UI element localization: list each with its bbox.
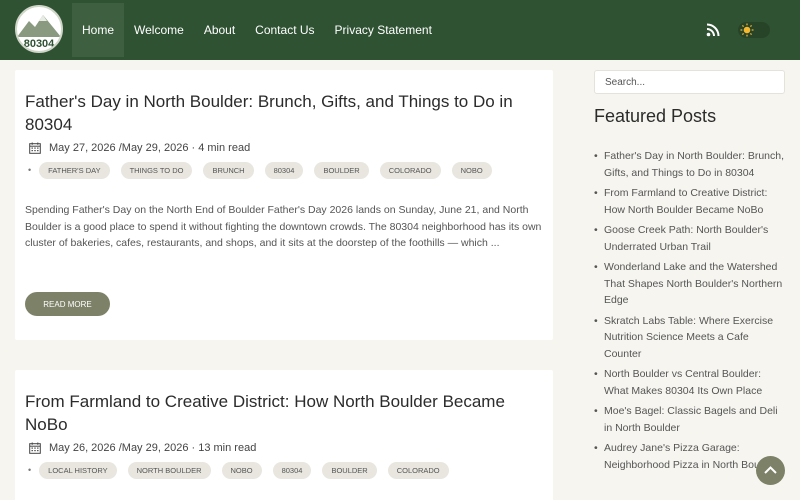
featured-posts-heading: Featured Posts (594, 106, 717, 126)
sun-icon (740, 23, 754, 37)
tag[interactable]: LOCAL HISTORY (39, 461, 117, 479)
theme-toggle[interactable] (738, 22, 770, 38)
tag[interactable]: NORTH BOULDER (127, 461, 211, 479)
post-card: Father's Day in North Boulder: Brunch, G… (15, 70, 553, 340)
featured-post-link[interactable]: Wonderland Lake and the Watershed That S… (594, 259, 784, 309)
chevron-up-icon (764, 466, 777, 474)
featured-post-link[interactable]: Skratch Labs Table: Where Exercise Nutri… (594, 313, 784, 363)
post-date: May 27, 2026 (49, 142, 116, 154)
nav-home[interactable]: Home (72, 3, 125, 57)
post-date: May 26, 2026 (49, 442, 116, 454)
rss-icon[interactable] (706, 23, 720, 37)
post-card: From Farmland to Creative District: How … (15, 370, 553, 500)
post-read-time: · 4 min read (191, 142, 251, 154)
nav-privacy-statement[interactable]: Privacy Statement (325, 3, 442, 57)
calendar-icon (29, 442, 41, 454)
post-updated-date: /May 29, 2026 (118, 142, 189, 154)
post-read-time: · 13 min read (191, 442, 257, 454)
main-nav: Home Welcome About Contact Us Privacy St… (72, 3, 442, 57)
post-updated-date: /May 29, 2026 (118, 442, 189, 454)
tag[interactable]: NOBO (221, 461, 262, 479)
calendar-icon (29, 142, 41, 154)
site-header: 80304 Home Welcome About Contact Us Priv… (0, 0, 800, 60)
tag[interactable]: BOULDER (314, 161, 369, 179)
tag[interactable]: FATHER'S DAY (39, 161, 110, 179)
nav-welcome[interactable]: Welcome (124, 3, 194, 57)
post-excerpt: Spending Father's Day on the North End o… (25, 204, 542, 249)
nav-about[interactable]: About (194, 3, 245, 57)
tag[interactable]: COLORADO (387, 461, 449, 479)
tag[interactable]: COLORADO (379, 161, 441, 179)
post-meta: May 26, 2026 /May 29, 2026 · 13 min read (29, 440, 256, 456)
featured-post-link[interactable]: From Farmland to Creative District: How … (594, 185, 784, 218)
featured-post-link[interactable]: Father's Day in North Boulder: Brunch, G… (594, 148, 784, 181)
read-more-button[interactable]: READ MORE (25, 292, 110, 316)
site-logo[interactable]: 80304 (15, 5, 63, 53)
nav-contact-us[interactable]: Contact Us (245, 3, 324, 57)
featured-post-link[interactable]: Goose Creek Path: North Boulder's Underr… (594, 222, 784, 255)
tag[interactable]: 80304 (264, 161, 304, 179)
tag[interactable]: NOBO (451, 161, 492, 179)
tag[interactable]: BRUNCH (203, 161, 254, 179)
post-tags: • LOCAL HISTORY NORTH BOULDER NOBO 80304… (28, 461, 460, 479)
featured-post-link[interactable]: Moe's Bagel: Classic Bagels and Deli in … (594, 403, 784, 436)
tag-bullet: • (28, 165, 32, 175)
post-title[interactable]: Father's Day in North Boulder: Brunch, G… (25, 90, 535, 136)
tag[interactable]: BOULDER (322, 461, 377, 479)
search-input[interactable] (594, 70, 785, 94)
tag[interactable]: THINGS TO DO (120, 161, 193, 179)
tag-bullet: • (28, 465, 32, 475)
featured-post-link[interactable]: North Boulder vs Central Boulder: What M… (594, 366, 784, 399)
post-title[interactable]: From Farmland to Creative District: How … (25, 390, 535, 436)
logo-text: 80304 (23, 38, 55, 50)
featured-posts-list: Father's Day in North Boulder: Brunch, G… (594, 148, 784, 477)
back-to-top-button[interactable] (756, 456, 785, 485)
post-meta: May 27, 2026 /May 29, 2026 · 4 min read (29, 140, 250, 156)
post-tags: • FATHER'S DAY THINGS TO DO BRUNCH 80304… (28, 161, 503, 179)
tag[interactable]: 80304 (272, 461, 312, 479)
